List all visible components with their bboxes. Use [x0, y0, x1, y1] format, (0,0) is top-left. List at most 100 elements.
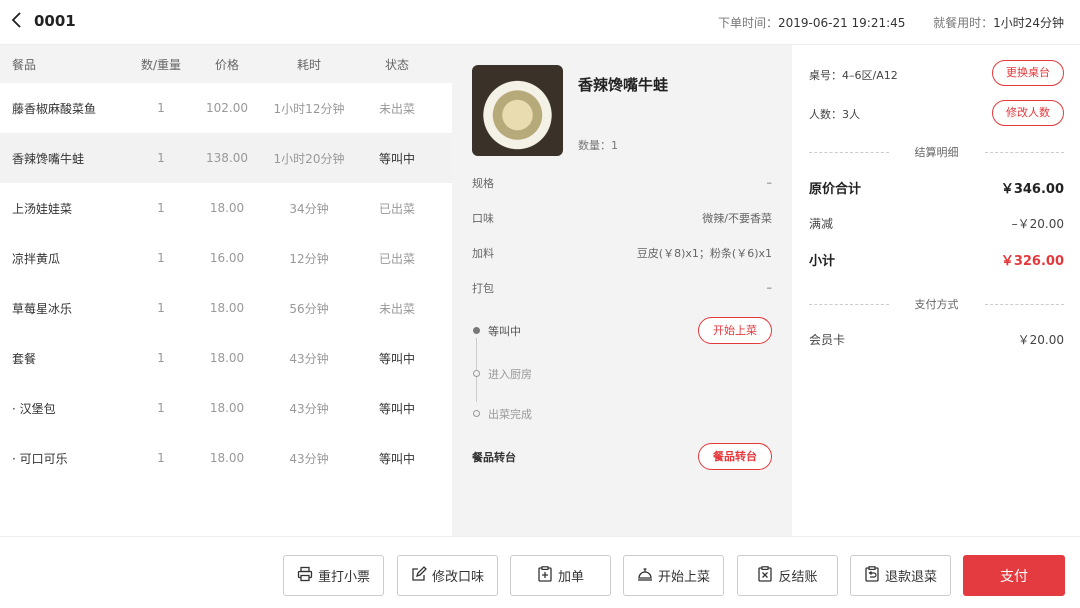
discount-row: 满减 –￥20.00	[809, 205, 1064, 241]
table-row[interactable]: 上汤娃娃菜 1 18.00 34分钟 已出菜	[0, 183, 452, 233]
start-serve-footer-button[interactable]: 开始上菜	[623, 555, 724, 596]
step-dot-icon	[473, 410, 480, 417]
table-row[interactable]: 套餐 1 18.00 43分钟 等叫中	[0, 333, 452, 383]
change-people-button[interactable]: 修改人数	[992, 100, 1064, 126]
start-serve-label: 开始上菜	[657, 570, 710, 585]
dish-detail-panel: 香辣馋嘴牛蛙 数量：1 规格 – 口味 微辣/不要香菜 加料 豆皮(￥8)x1；…	[452, 45, 792, 536]
spec-value: –	[766, 176, 773, 189]
discount-value: –￥20.00	[1011, 216, 1064, 231]
edit-taste-button[interactable]: 修改口味	[397, 555, 498, 596]
transfer-dish-button[interactable]: 餐品转台	[698, 443, 772, 470]
step-kitchen: 进入厨房	[472, 352, 772, 395]
extra-row: 加料 豆皮(￥8)x1；粉条(￥6)x1	[472, 235, 772, 270]
dining-time-label: 就餐用时：	[933, 16, 994, 30]
product-card: 香辣馋嘴牛蛙 数量：1	[472, 65, 772, 157]
discount-label: 满减	[809, 216, 834, 231]
subtotal-value: ￥326.00	[1000, 253, 1064, 269]
dish-status: 未出菜	[378, 301, 415, 316]
dish-photo	[472, 65, 563, 156]
col-dish: 餐品	[12, 57, 37, 72]
table-row-selected[interactable]: 香辣馋嘴牛蛙 1 138.00 1小时20分钟 等叫中	[0, 133, 452, 183]
table-row[interactable]: · 可口可乐 1 18.00 43分钟 等叫中	[0, 433, 452, 483]
table-row[interactable]: 草莓星冰乐 1 18.00 56分钟 未出菜	[0, 283, 452, 333]
pay-button[interactable]: 支付	[963, 555, 1065, 596]
dish-qty: 1	[157, 101, 165, 115]
dish-time: 12分钟	[289, 251, 329, 266]
dish-time: 43分钟	[289, 401, 329, 416]
original-value: ￥346.00	[1000, 181, 1064, 197]
dining-time: 1小时24分钟	[993, 16, 1064, 30]
step-done: 出菜完成	[472, 395, 772, 433]
add-order-button[interactable]: 加单	[510, 555, 611, 596]
dish-status: 等叫中	[378, 401, 415, 416]
dish-name: 上汤娃娃菜	[12, 201, 73, 216]
order-number: 0001	[34, 12, 76, 30]
action-bar: 重打小票 修改口味 加单 开始上菜 反结账 退款退菜 支付	[0, 536, 1080, 608]
dish-qty: 1	[157, 451, 165, 465]
step-dot-icon	[473, 370, 480, 377]
dish-price: 18.00	[209, 451, 245, 465]
dish-time: 34分钟	[289, 201, 329, 216]
member-value: ￥20.00	[1017, 332, 1064, 347]
dish-price: 102.00	[206, 101, 248, 115]
settle-divider: 结算明细	[809, 135, 1064, 169]
member-label: 会员卡	[809, 332, 846, 347]
service-bell-icon	[637, 566, 653, 586]
col-time: 耗时	[296, 57, 321, 72]
dish-time: 56分钟	[289, 301, 329, 316]
dish-name: · 汉堡包	[12, 401, 56, 416]
original-label: 原价合计	[809, 181, 862, 197]
table-row[interactable]: 藤香椒麻酸菜鱼 1 102.00 1小时12分钟 未出菜	[0, 83, 452, 133]
order-time: 2019-06-21 19:21:45	[777, 16, 906, 30]
refund-button[interactable]: 退款退菜	[850, 555, 951, 596]
subtotal-label: 小计	[809, 253, 836, 269]
original-total-row: 原价合计 ￥346.00	[809, 169, 1064, 205]
edit-icon	[411, 565, 427, 586]
start-serve-button[interactable]: 开始上菜	[698, 317, 772, 344]
dish-price: 18.00	[209, 301, 245, 315]
col-qty: 数/重量	[140, 57, 182, 72]
dish-qty: 1	[157, 301, 165, 315]
settlement-panel: 桌号：4–6区/A12 更换桌台 人数：3人 修改人数 结算明细 原价合计 ￥3…	[792, 45, 1080, 536]
serve-progress: 等叫中 开始上菜 进入厨房 出菜完成	[472, 309, 772, 433]
printer-icon	[297, 566, 313, 586]
dish-qty: 1	[157, 251, 165, 265]
people-row: 人数：3人 修改人数	[809, 93, 1064, 135]
dish-time: 1小时12分钟	[273, 101, 345, 116]
dish-status: 已出菜	[378, 251, 415, 266]
pack-value: –	[766, 281, 773, 294]
dish-status: 等叫中	[378, 151, 415, 166]
dish-name: · 可口可乐	[12, 451, 68, 466]
transfer-row: 餐品转台 餐品转台	[472, 437, 772, 477]
dish-qty: 1	[157, 351, 165, 365]
people-count: 人数：3人	[809, 108, 860, 121]
table-row[interactable]: 凉拌黄瓜 1 16.00 12分钟 已出菜	[0, 233, 452, 283]
dish-price: 18.00	[209, 401, 245, 415]
reprint-label: 重打小票	[317, 570, 370, 585]
add-order-label: 加单	[557, 570, 584, 585]
dish-title: 香辣馋嘴牛蛙	[578, 76, 669, 94]
reverse-checkout-button[interactable]: 反结账	[737, 555, 838, 596]
subtotal-row: 小计 ￥326.00	[809, 241, 1064, 277]
extra-value: 豆皮(￥8)x1；粉条(￥6)x1	[636, 246, 772, 260]
dish-qty: 1	[157, 151, 165, 165]
step-label: 出菜完成	[488, 408, 532, 421]
refund-label: 退款退菜	[884, 570, 937, 585]
step-label: 等叫中	[488, 324, 521, 338]
dish-quantity: 数量：1	[578, 139, 618, 152]
table-row[interactable]: · 汉堡包 1 18.00 43分钟 等叫中	[0, 383, 452, 433]
chevron-left-icon[interactable]	[10, 11, 24, 34]
order-time-label: 下单时间：	[717, 16, 778, 30]
dish-qty: 1	[157, 201, 165, 215]
dish-table: 餐品 数/重量 价格 耗时 状态 藤香椒麻酸菜鱼 1 102.00 1小时12分…	[0, 45, 452, 536]
reprint-receipt-button[interactable]: 重打小票	[283, 555, 384, 596]
table-header: 餐品 数/重量 价格 耗时 状态	[0, 45, 452, 83]
add-doc-icon	[537, 565, 553, 586]
dish-name: 香辣馋嘴牛蛙	[12, 151, 85, 166]
dish-status: 未出菜	[378, 101, 415, 116]
edit-taste-label: 修改口味	[431, 570, 484, 585]
reverse-checkout-label: 反结账	[778, 570, 818, 585]
transfer-label: 餐品转台	[472, 451, 516, 464]
pay-method-title: 支付方式	[914, 298, 959, 311]
change-table-button[interactable]: 更换桌台	[992, 60, 1064, 86]
